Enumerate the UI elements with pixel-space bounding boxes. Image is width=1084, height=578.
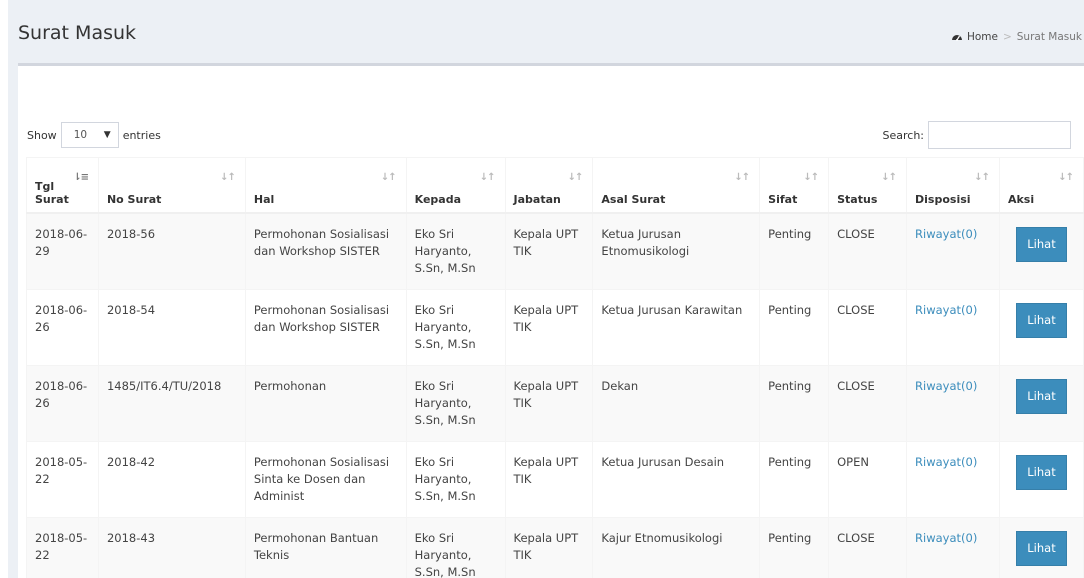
cell-kepada: Eko Sri Haryanto, S.Sn, M.Sn [405,440,506,518]
table-row: 2018-06-26 2018-54 Permohonan Sosialisas… [26,288,1084,366]
entries-value: 10 [73,129,88,141]
cell-no: 2018-42 [97,440,246,518]
cell-tgl: 2018-05-22 [26,516,99,578]
cell-tgl: 2018-06-29 [26,212,99,290]
cell-hal: Permohonan Sosialisasi dan Workshop SIST… [244,212,407,290]
cell-hal: Permohonan Sosialisasi Sinta ke Dosen da… [244,440,407,518]
cell-asal: Ketua Jurusan Desain [592,440,761,518]
search-control: Search: [882,121,1071,149]
cell-status: CLOSE [828,288,908,366]
cell-status: CLOSE [828,212,908,290]
riwayat-link[interactable]: Riwayat(0) [915,455,977,469]
column-header-asal-surat[interactable]: Asal Surat ↓↑ [592,157,761,214]
cell-kepada: Eko Sri Haryanto, S.Sn, M.Sn [405,212,506,290]
column-header-status[interactable]: Status ↓↑ [828,157,908,214]
breadcrumb-current: Surat Masuk [1016,31,1082,43]
lihat-button[interactable]: Lihat [1016,454,1067,490]
column-header-disposisi[interactable]: Disposisi ↓↑ [906,157,1000,214]
cell-tgl: 2018-05-22 [26,440,99,518]
sort-desc-icon: ⇂≡ [73,172,89,183]
search-input[interactable] [928,121,1071,149]
chevron-down-icon: ▼ [103,130,111,140]
lihat-button[interactable]: Lihat [1016,302,1067,338]
sort-icon: ↓↑ [803,172,819,183]
sort-icon: ↓↑ [479,172,496,183]
breadcrumb: Home > Surat Masuk [951,31,1082,43]
show-label: Show [27,128,57,142]
cell-jabatan: Kepala UPT TIK [504,288,594,366]
sort-icon: ↓↑ [1058,172,1074,183]
cell-sifat: Penting [759,440,830,518]
cell-kepada: Eko Sri Haryanto, S.Sn, M.Sn [405,364,506,442]
surat-masuk-table: Tgl Surat ⇂≡ No Surat ↓↑ Hal ↓↑ Kepada ↓↑ Ja… [26,157,1084,578]
sort-icon: ↓↑ [220,172,236,183]
cell-sifat: Penting [759,364,830,442]
lihat-button[interactable]: Lihat [1016,226,1067,262]
entries-label: entries [122,128,161,142]
cell-asal: Kajur Etnomusikologi [592,516,761,578]
table-row: 2018-05-22 2018-43 Permohonan Bantuan Te… [26,516,1084,578]
cell-asal: Ketua Jurusan Etnomusikologi [592,212,761,290]
cell-jabatan: Kepala UPT TIK [504,364,594,442]
cell-no: 2018-56 [97,212,246,290]
riwayat-link[interactable]: Riwayat(0) [915,227,977,241]
cell-sifat: Penting [759,288,830,366]
column-header-tgl-surat[interactable]: Tgl Surat ⇂≡ [26,157,99,214]
cell-status: CLOSE [828,364,908,442]
cell-hal: Permohonan Sosialisasi dan Workshop SIST… [244,288,407,366]
column-header-sifat[interactable]: Sifat ↓↑ [759,157,830,214]
table-row: 2018-06-29 2018-56 Permohonan Sosialisas… [26,212,1084,290]
table-row: 2018-05-22 2018-42 Permohonan Sosialisas… [26,440,1084,518]
cell-asal: Dekan [592,364,761,442]
lihat-button[interactable]: Lihat [1016,530,1067,566]
column-header-aksi[interactable]: Aksi ↓↑ [998,157,1084,214]
cell-sifat: Penting [759,212,830,290]
page-title: Surat Masuk [18,22,137,44]
sort-icon: ↓↑ [567,172,584,183]
dashboard-icon [951,32,963,42]
breadcrumb-home-link[interactable]: Home [967,31,998,43]
cell-sifat: Penting [759,516,830,578]
cell-no: 2018-43 [97,516,246,578]
cell-tgl: 2018-06-26 [26,288,99,366]
cell-jabatan: Kepala UPT TIK [504,212,594,290]
riwayat-link[interactable]: Riwayat(0) [915,531,977,545]
sidebar-edge [0,0,8,578]
cell-hal: Permohonan Bantuan Teknis [244,516,407,578]
cell-jabatan: Kepala UPT TIK [504,440,594,518]
cell-asal: Ketua Jurusan Karawitan [592,288,761,366]
cell-jabatan: Kepala UPT TIK [504,516,594,578]
riwayat-link[interactable]: Riwayat(0) [915,303,977,317]
cell-status: CLOSE [828,516,908,578]
search-label: Search: [882,128,925,142]
cell-no: 2018-54 [97,288,246,366]
column-header-jabatan[interactable]: Jabatan ↓↑ [504,157,594,214]
length-control: Show 10 ▼ entries [27,122,161,148]
content-box: Show 10 ▼ entries Search: Tgl Surat ⇂≡ No… [18,63,1084,578]
cell-no: 1485/IT6.4/TU/2018 [97,364,246,442]
sort-icon: ↓↑ [881,172,897,183]
sort-icon: ↓↑ [734,172,750,183]
column-header-no-surat[interactable]: No Surat ↓↑ [97,157,246,214]
content-header: Surat Masuk Home > Surat Masuk [8,0,1084,64]
cell-status: OPEN [828,440,908,518]
cell-tgl: 2018-06-26 [26,364,99,442]
sort-icon: ↓↑ [974,172,990,183]
table-row: 2018-06-26 1485/IT6.4/TU/2018 Permohonan… [26,364,1084,442]
riwayat-link[interactable]: Riwayat(0) [915,379,977,393]
lihat-button[interactable]: Lihat [1016,378,1067,414]
entries-select[interactable]: 10 ▼ [60,122,119,148]
column-header-hal[interactable]: Hal ↓↑ [244,157,407,214]
sort-icon: ↓↑ [380,172,397,183]
cell-kepada: Eko Sri Haryanto, S.Sn, M.Sn [405,288,506,366]
breadcrumb-separator: > [1002,31,1012,43]
column-header-kepada[interactable]: Kepada ↓↑ [405,157,506,214]
cell-kepada: Eko Sri Haryanto, S.Sn, M.Sn [405,516,506,578]
cell-hal: Permohonan [244,364,407,442]
